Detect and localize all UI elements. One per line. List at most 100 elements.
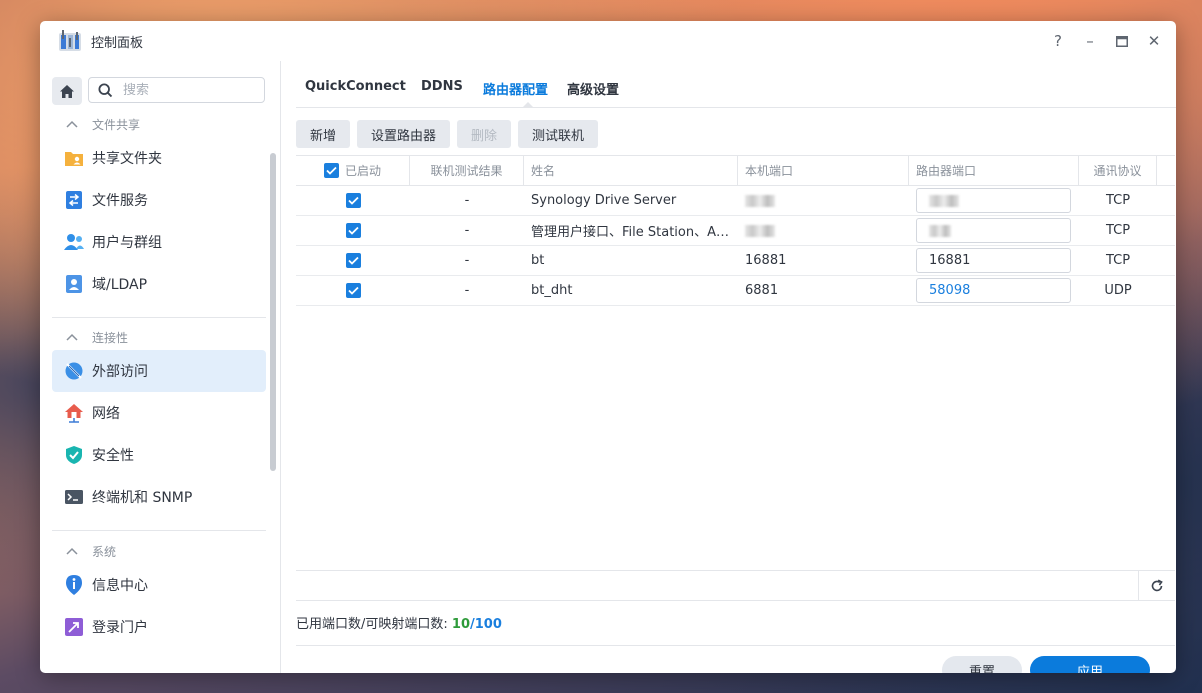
sidebar-item-label: 安全性: [92, 448, 134, 464]
section-connectivity: 连接性 外部访问 网络 安全性 终端机和 SNMP: [52, 324, 266, 518]
tab-advanced-settings[interactable]: 高级设置: [567, 79, 619, 98]
sidebar-divider: [52, 530, 266, 531]
section-header-file-sharing[interactable]: 文件共享: [52, 111, 266, 137]
title-bar: 控制面板 ? – ✕: [40, 21, 1176, 61]
maximize-button[interactable]: [1106, 29, 1138, 53]
router-port-input[interactable]: [916, 218, 1071, 243]
redacted-value: [929, 194, 959, 207]
section-header-connectivity[interactable]: 连接性: [52, 324, 266, 350]
sidebar-item-users-groups[interactable]: 用户与群组: [52, 221, 266, 263]
home-button[interactable]: [52, 77, 82, 105]
refresh-button[interactable]: [1138, 571, 1175, 600]
sidebar-item-network[interactable]: 网络: [52, 392, 266, 434]
cell-test-result: -: [464, 253, 470, 268]
used-port-count: 10: [451, 617, 470, 632]
checkmark-icon: [347, 196, 359, 205]
section-label: 连接性: [92, 330, 129, 345]
terminal-icon: [63, 486, 85, 508]
table-header: 已启动 联机测试结果 姓名 本机端口 路由器端口 通讯协议: [296, 155, 1175, 186]
toolbar: 新增 设置路由器 删除 测试联机: [296, 120, 599, 148]
port-usage-status: 已用端口数/可映射端口数: 10/100: [296, 613, 502, 632]
sidebar-item-info-center[interactable]: 信息中心: [52, 564, 266, 606]
cell-test-result: -: [464, 283, 470, 298]
port-usage-label: 已用端口数/可映射端口数:: [296, 617, 448, 632]
header-test-result: 联机测试结果: [410, 156, 524, 185]
sidebar-item-label: 用户与群组: [92, 235, 162, 251]
sidebar-item-security[interactable]: 安全性: [52, 434, 266, 476]
select-all-checkbox[interactable]: [323, 163, 339, 178]
network-icon: [63, 402, 85, 424]
info-center-icon: [63, 574, 85, 596]
sidebar-item-login-portal[interactable]: 登录门户: [52, 606, 266, 648]
sidebar-item-external-access[interactable]: 外部访问: [52, 350, 266, 392]
help-button[interactable]: ?: [1042, 29, 1074, 53]
sidebar: 文件共享 共享文件夹 文件服务 用户与群组: [40, 61, 281, 673]
domain-ldap-icon: [63, 273, 85, 295]
section-system: 系统 信息中心 登录门户: [52, 538, 266, 648]
total-port-count: 100: [474, 617, 502, 632]
cell-name-text: 管理用户接口、File Station、Audio Station: [531, 225, 731, 240]
minimize-button[interactable]: –: [1074, 29, 1106, 53]
tab-indicator: [523, 102, 533, 107]
chevron-up-icon: [66, 547, 82, 555]
users-groups-icon: [63, 231, 85, 253]
row-enabled-checkbox[interactable]: [345, 223, 361, 238]
cell-local-port: 16881: [745, 253, 787, 268]
maximize-icon: [1116, 35, 1128, 47]
close-button[interactable]: ✕: [1138, 29, 1170, 53]
delete-button[interactable]: 删除: [457, 120, 512, 148]
checkmark-icon: [347, 256, 359, 265]
window-title: 控制面板: [91, 36, 144, 51]
tab-ddns[interactable]: DDNS: [421, 79, 463, 94]
table-row[interactable]: - bt 16881 16881 TCP: [296, 246, 1175, 276]
row-enabled-checkbox[interactable]: [345, 193, 361, 208]
table-row[interactable]: - Synology Drive Server TCP: [296, 186, 1175, 216]
sidebar-scrollbar[interactable]: [270, 153, 276, 471]
sidebar-item-terminal-snmp[interactable]: 终端机和 SNMP: [52, 476, 266, 518]
sidebar-item-label: 域/LDAP: [92, 277, 148, 293]
tab-router-config[interactable]: 路由器配置: [483, 79, 548, 98]
test-connection-button[interactable]: 测试联机: [518, 120, 599, 148]
apply-button[interactable]: 应用: [1030, 656, 1150, 673]
cell-local-port: [738, 216, 909, 245]
search-box[interactable]: [88, 77, 265, 103]
tab-quickconnect[interactable]: QuickConnect: [305, 79, 406, 94]
section-header-system[interactable]: 系统: [52, 538, 266, 564]
sidebar-item-label: 信息中心: [92, 578, 148, 594]
cell-protocol: UDP: [1104, 283, 1132, 298]
table-row[interactable]: - bt_dht 6881 58098 UDP: [296, 276, 1175, 306]
sidebar-item-label: 网络: [92, 406, 120, 422]
redacted-value: [745, 194, 775, 207]
router-port-input[interactable]: 16881: [916, 248, 1071, 273]
row-enabled-checkbox[interactable]: [345, 283, 361, 298]
header-protocol: 通讯协议: [1079, 156, 1157, 185]
sidebar-item-domain-ldap[interactable]: 域/LDAP: [52, 263, 266, 305]
sidebar-divider: [52, 317, 266, 318]
header-local-port: 本机端口: [738, 156, 909, 185]
cell-test-result: -: [464, 223, 470, 238]
section-label: 系统: [92, 544, 117, 559]
control-panel-app-icon: [58, 30, 82, 52]
sidebar-item-file-services[interactable]: 文件服务: [52, 179, 266, 221]
refresh-icon: [1151, 578, 1163, 591]
tab-bar: QuickConnect DDNS 路由器配置 高级设置: [296, 61, 1176, 108]
reset-button[interactable]: 重置: [942, 656, 1022, 673]
home-icon: [60, 84, 74, 98]
setup-router-button[interactable]: 设置路由器: [357, 120, 451, 148]
router-port-input[interactable]: 58098: [916, 278, 1071, 303]
add-button[interactable]: 新增: [296, 120, 351, 148]
header-label: 已启动: [344, 164, 381, 178]
main-content: QuickConnect DDNS 路由器配置 高级设置 新增 设置路由器 删除…: [281, 61, 1176, 673]
search-input[interactable]: [121, 81, 255, 99]
table-row[interactable]: - 管理用户接口、File Station、Audio Station TCP: [296, 216, 1175, 246]
header-router-port: 路由器端口: [909, 156, 1079, 185]
router-port-input[interactable]: [916, 188, 1071, 213]
sidebar-item-shared-folder[interactable]: 共享文件夹: [52, 137, 266, 179]
login-portal-icon: [63, 616, 85, 638]
section-file-sharing: 文件共享 共享文件夹 文件服务 用户与群组 域/LDAP: [52, 111, 266, 305]
external-access-icon: [63, 360, 85, 382]
sidebar-item-label: 外部访问: [92, 364, 148, 380]
cell-name: Synology Drive Server: [531, 193, 677, 208]
row-enabled-checkbox[interactable]: [345, 253, 361, 268]
section-label: 文件共享: [92, 117, 141, 132]
